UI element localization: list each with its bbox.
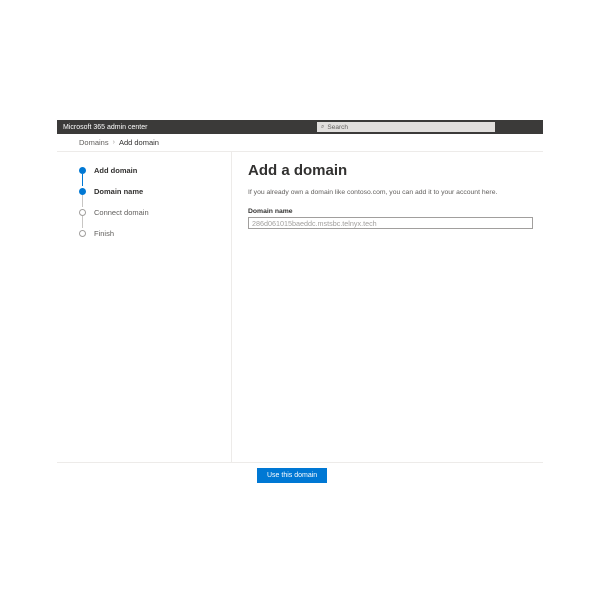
app-title: Microsoft 365 admin center (63, 124, 147, 131)
wizard-steps: Add domain Domain name Connect domain Fi… (79, 166, 231, 238)
step-label: Finish (94, 229, 114, 238)
page-description: If you already own a domain like contoso… (248, 189, 533, 196)
main-panel: Add a domain If you already own a domain… (232, 152, 543, 462)
wizard-sidebar: Add domain Domain name Connect domain Fi… (57, 152, 232, 462)
step-connector (82, 216, 83, 228)
step-connector (82, 174, 83, 186)
search-input[interactable]: ⌕ Search (317, 122, 495, 132)
breadcrumb: Domains › Add domain (57, 134, 543, 152)
breadcrumb-current: Add domain (119, 138, 159, 147)
step-label: Add domain (94, 166, 137, 175)
chevron-right-icon: › (113, 139, 115, 146)
search-icon: ⌕ (321, 124, 324, 131)
step-label: Connect domain (94, 208, 149, 217)
step-dot-icon (79, 167, 86, 174)
footer-bar: Use this domain (57, 462, 543, 488)
step-connect-domain[interactable]: Connect domain (79, 208, 231, 217)
step-dot-icon (79, 188, 86, 195)
use-this-domain-button[interactable]: Use this domain (257, 468, 327, 483)
step-label: Domain name (94, 187, 143, 196)
step-finish[interactable]: Finish (79, 229, 231, 238)
step-dot-icon (79, 230, 86, 237)
breadcrumb-root[interactable]: Domains (79, 138, 109, 147)
search-placeholder: Search (327, 124, 348, 131)
page-heading: Add a domain (248, 162, 533, 179)
admin-window: Microsoft 365 admin center ⌕ Search Doma… (57, 120, 543, 480)
domain-name-input[interactable] (248, 217, 533, 229)
step-add-domain[interactable]: Add domain (79, 166, 231, 175)
content-area: Add domain Domain name Connect domain Fi… (57, 152, 543, 462)
topbar: Microsoft 365 admin center ⌕ Search (57, 120, 543, 134)
step-dot-icon (79, 209, 86, 216)
step-domain-name[interactable]: Domain name (79, 187, 231, 196)
step-connector (82, 195, 83, 207)
domain-name-label: Domain name (248, 208, 533, 215)
